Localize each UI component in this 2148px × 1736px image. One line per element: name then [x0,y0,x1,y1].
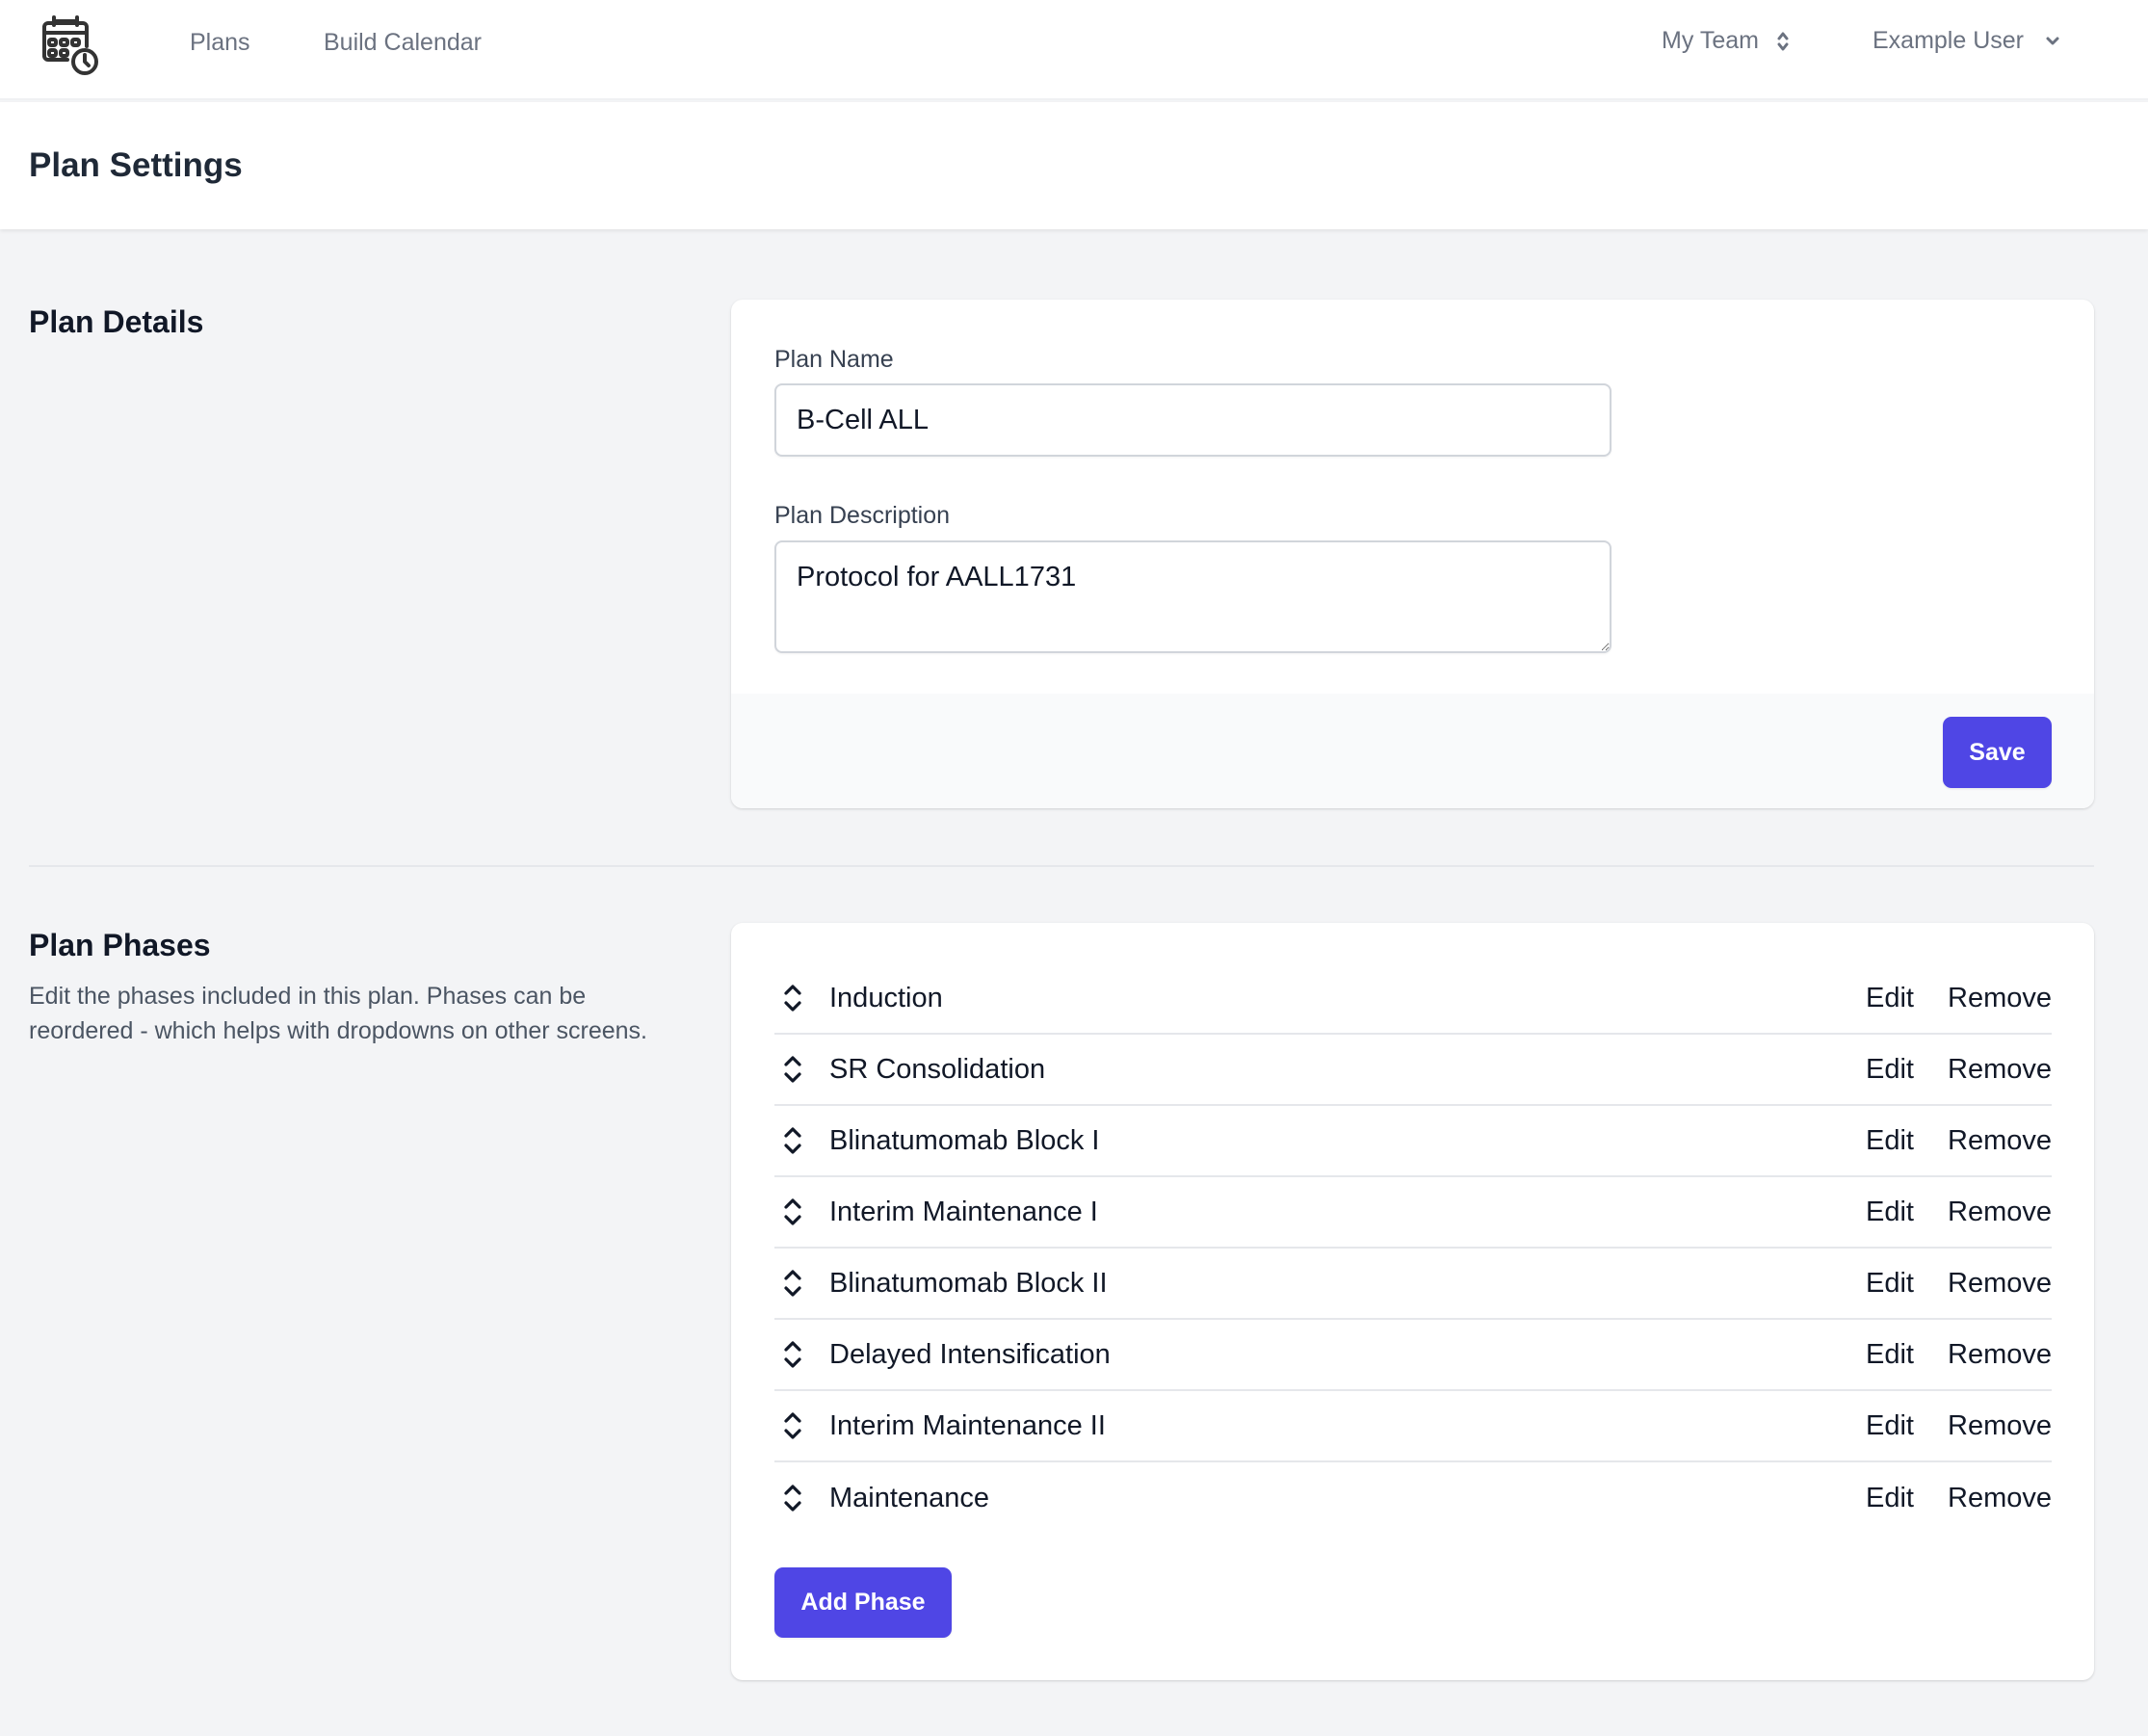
remove-phase-button[interactable]: Remove [1948,1054,2052,1086]
plan-name-input[interactable] [774,383,1611,457]
save-button[interactable]: Save [1943,717,2052,788]
phase-name: Delayed Intensification [829,1338,1111,1370]
plan-name-label: Plan Name [774,346,894,373]
phase-name: Interim Maintenance II [829,1409,1106,1441]
nav-link-build-calendar[interactable]: Build Calendar [324,29,482,57]
drag-handle-icon[interactable] [782,1196,803,1228]
plan-details-title: Plan Details [29,304,204,339]
page-header: Plan Settings [0,102,2148,229]
section-divider [29,865,2094,867]
calendar-clock-icon[interactable] [35,12,104,77]
phase-row: Blinatumomab Block II Edit Remove [774,1249,2052,1320]
phase-name: SR Consolidation [829,1053,1046,1085]
plan-details-footer: Save [731,694,2094,808]
phase-name: Induction [829,982,943,1013]
edit-phase-button[interactable]: Edit [1866,1054,1914,1086]
remove-phase-button[interactable]: Remove [1948,1410,2052,1442]
edit-phase-button[interactable]: Edit [1866,1410,1914,1442]
phase-row: SR Consolidation Edit Remove [774,1035,2052,1106]
phase-list: Induction Edit Remove SR Consolidation E… [774,963,2052,1534]
edit-phase-button[interactable]: Edit [1866,1125,1914,1157]
top-nav: Plans Build Calendar My Team Example Use… [0,0,2148,100]
remove-phase-button[interactable]: Remove [1948,1268,2052,1300]
edit-phase-button[interactable]: Edit [1866,1339,1914,1371]
edit-phase-button[interactable]: Edit [1866,1268,1914,1300]
team-selector-label: My Team [1662,27,1759,54]
remove-phase-button[interactable]: Remove [1948,983,2052,1014]
phase-row: Induction Edit Remove [774,963,2052,1035]
drag-handle-icon[interactable] [782,1482,803,1514]
phase-name: Interim Maintenance I [829,1196,1098,1227]
remove-phase-button[interactable]: Remove [1948,1125,2052,1157]
drag-handle-icon[interactable] [782,1338,803,1371]
phase-row: Interim Maintenance II Edit Remove [774,1391,2052,1462]
chevron-down-icon [2046,37,2059,44]
team-selector[interactable]: My Team [1662,27,1790,55]
phase-name: Maintenance [829,1482,990,1513]
drag-handle-icon[interactable] [782,1053,803,1086]
page-title: Plan Settings [29,146,243,184]
plan-phases-title: Plan Phases [29,928,211,962]
phase-row: Maintenance Edit Remove [774,1462,2052,1534]
remove-phase-button[interactable]: Remove [1948,1197,2052,1228]
edit-phase-button[interactable]: Edit [1866,1197,1914,1228]
phase-name: Blinatumomab Block II [829,1267,1108,1299]
phase-row: Interim Maintenance I Edit Remove [774,1177,2052,1249]
drag-handle-icon[interactable] [782,1267,803,1300]
nav-link-plans[interactable]: Plans [190,29,250,57]
phase-row: Blinatumomab Block I Edit Remove [774,1106,2052,1177]
chevron-up-down-icon [1777,32,1789,50]
edit-phase-button[interactable]: Edit [1866,983,1914,1014]
plan-phases-card: Induction Edit Remove SR Consolidation E… [731,923,2094,1680]
drag-handle-icon[interactable] [782,1409,803,1442]
user-menu[interactable]: Example User [1873,27,2060,55]
plan-details-card: Plan Name Plan Description Protocol for … [731,300,2094,808]
remove-phase-button[interactable]: Remove [1948,1483,2052,1514]
add-phase-button[interactable]: Add Phase [774,1567,952,1638]
remove-phase-button[interactable]: Remove [1948,1339,2052,1371]
phase-name: Blinatumomab Block I [829,1124,1100,1156]
drag-handle-icon[interactable] [782,1124,803,1157]
drag-handle-icon[interactable] [782,982,803,1014]
phase-row: Delayed Intensification Edit Remove [774,1320,2052,1391]
edit-phase-button[interactable]: Edit [1866,1483,1914,1514]
plan-description-label: Plan Description [774,502,951,529]
plan-phases-description: Edit the phases included in this plan. P… [29,983,648,1044]
plan-description-textarea[interactable]: Protocol for AALL1731 [774,540,1611,653]
user-menu-label: Example User [1873,27,2024,54]
